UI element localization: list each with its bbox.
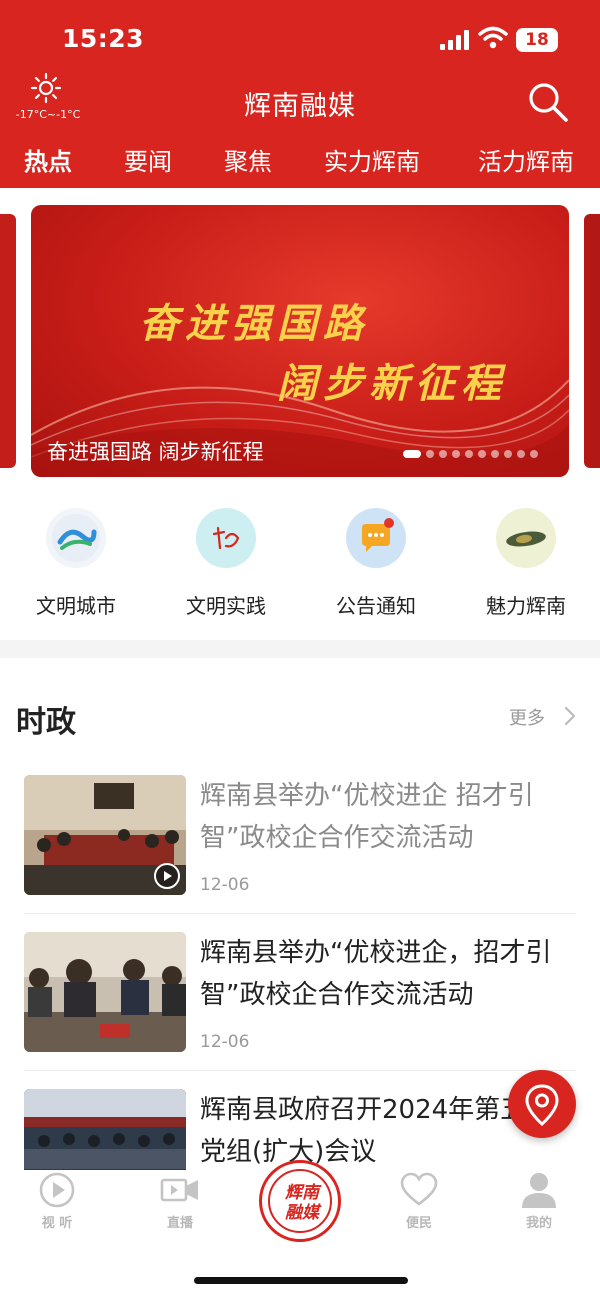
charm-huinan-icon (496, 508, 556, 568)
heart-icon (399, 1170, 439, 1210)
news-item[interactable]: 辉南县举办“优校进企，招才引智”政校企合作交流活动 12-06 (24, 932, 576, 1054)
search-icon[interactable] (526, 80, 570, 124)
news-thumbnail (24, 932, 186, 1052)
location-fab-button[interactable] (508, 1070, 576, 1138)
news-title: 辉南县举办“优校进企，招才引智”政校企合作交流活动 (200, 938, 552, 1010)
pagination-dot[interactable] (452, 450, 460, 458)
banner-slogan-line1: 奋进强国路 (139, 300, 369, 347)
hero-banner[interactable]: 奋进强国路 阔步新征程 奋进强国路 阔步新征程 (31, 205, 569, 477)
quick-link-label: 文明实践 (186, 594, 266, 618)
nav-item-convenience[interactable]: 便民 (379, 1170, 459, 1231)
tab-strength-huinan[interactable]: 实力辉南 (324, 142, 420, 177)
video-camera-icon (160, 1170, 200, 1210)
map-pin-icon (525, 1084, 559, 1126)
quick-link-civilized-practice[interactable]: 文明实践 (156, 508, 296, 619)
tab-focus[interactable]: 聚焦 (224, 142, 272, 177)
news-date: 12-06 (200, 1032, 250, 1052)
quick-link-label: 文明城市 (36, 594, 116, 618)
quick-link-label: 魅力辉南 (486, 594, 566, 618)
section-divider (0, 640, 600, 658)
news-title: 辉南县举办“优校进企 招才引智”政校企合作交流活动 (200, 781, 534, 853)
more-link[interactable]: 更多 (509, 704, 545, 730)
pagination-dot[interactable] (465, 450, 473, 458)
pagination-dot[interactable] (478, 450, 486, 458)
play-circle-icon (37, 1170, 77, 1210)
nav-label: 直播 (166, 1216, 193, 1231)
list-divider (24, 913, 576, 914)
battery-indicator: 18 (516, 28, 558, 52)
cellular-signal-icon (440, 30, 470, 50)
quick-link-label: 公告通知 (336, 594, 416, 618)
quick-link-announcement[interactable]: 公告通知 (306, 508, 446, 619)
pagination-dot[interactable] (517, 450, 525, 458)
nav-label: 我的 (525, 1216, 552, 1231)
quick-link-civilized-city[interactable]: 文明城市 (6, 508, 146, 619)
tab-news[interactable]: 要闻 (124, 142, 172, 177)
nav-label: 便民 (405, 1216, 432, 1231)
news-date: 12-06 (200, 875, 250, 895)
center-logo-ring: 辉南融媒 (268, 1169, 332, 1233)
pagination-dot[interactable] (439, 450, 447, 458)
pagination-dot[interactable] (426, 450, 434, 458)
nav-label: 视 听 (41, 1216, 73, 1231)
app-title: 辉南融媒 (244, 91, 356, 122)
list-divider (24, 1070, 576, 1071)
center-home-logo-button[interactable]: 辉南融媒 (259, 1160, 341, 1242)
tab-vitality-huinan[interactable]: 活力辉南 (478, 142, 574, 177)
announcement-chat-icon (346, 508, 406, 568)
section-title-politics: 时政 (16, 705, 76, 740)
banner-next-peek[interactable] (584, 214, 600, 468)
pagination-dot[interactable] (504, 450, 512, 458)
tab-hot[interactable]: 热点 (24, 142, 72, 177)
nav-item-live[interactable]: 直播 (140, 1170, 220, 1231)
center-logo-text: 辉南融媒 (285, 1183, 319, 1223)
news-item[interactable]: 辉南县政府召开2024年第五次党组(扩大)会议 (24, 1089, 576, 1170)
nav-item-mine[interactable]: 我的 (499, 1170, 579, 1231)
app-header: 15:23 18 -17°C~-1°C 辉南融媒 热点 要闻 聚焦 实力辉南 活… (0, 0, 600, 188)
news-thumbnail (24, 1089, 186, 1170)
user-icon (519, 1170, 559, 1210)
banner-caption: 奋进强国路 阔步新征程 (47, 440, 264, 464)
chevron-right-icon[interactable] (563, 704, 577, 728)
banner-prev-peek[interactable] (0, 214, 16, 468)
nav-item-audio-video[interactable]: 视 听 (17, 1170, 97, 1231)
banner-slogan-line2: 阔步新征程 (277, 360, 507, 407)
news-item[interactable]: 辉南县举办“优校进企 招才引智”政校企合作交流活动 12-06 (24, 775, 576, 897)
quick-link-charm-huinan[interactable]: 魅力辉南 (456, 508, 596, 619)
pagination-dot[interactable] (530, 450, 538, 458)
pagination-dot[interactable] (403, 450, 421, 458)
video-play-icon (154, 863, 180, 889)
category-tabs: 热点 要闻 聚焦 实力辉南 活力辉南 (0, 142, 600, 184)
wifi-icon (478, 26, 508, 49)
home-indicator (194, 1277, 408, 1284)
civilized-city-icon (46, 508, 106, 568)
pagination-dot[interactable] (491, 450, 499, 458)
news-thumbnail (24, 775, 186, 895)
status-time: 15:23 (62, 24, 145, 53)
civilized-practice-icon (196, 508, 256, 568)
